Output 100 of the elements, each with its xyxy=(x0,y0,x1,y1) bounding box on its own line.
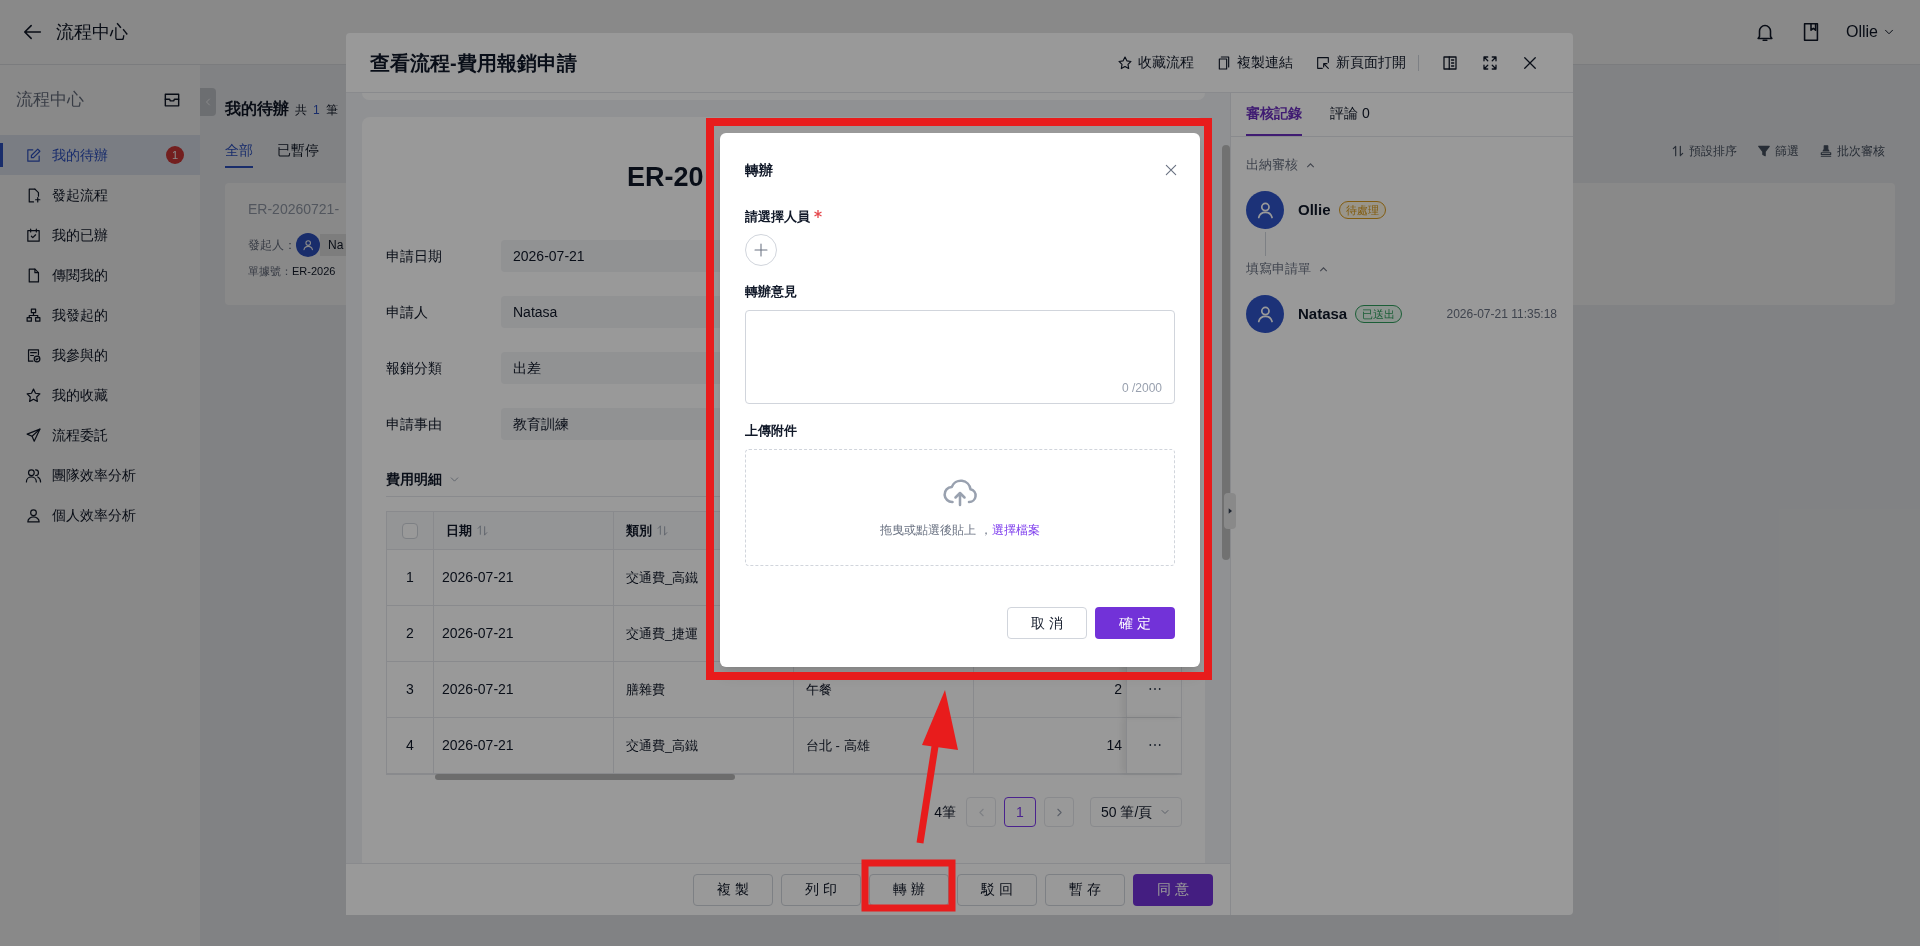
table-cell-text: 2026-07-21 xyxy=(442,568,514,587)
table-cell-text: 台北 - 高雄 xyxy=(806,736,870,755)
upload-hint: 拖曳或點選後貼上 ，選擇檔案 xyxy=(880,522,1040,539)
field-label: 發起人： xyxy=(248,237,296,254)
row-number: 4 xyxy=(406,736,414,755)
collapse-tab[interactable] xyxy=(200,88,216,116)
sidebar-item[interactable]: 個人效率分析 xyxy=(0,495,200,535)
action-button[interactable]: 同 意 xyxy=(1133,873,1213,906)
table-cell-text: 膳雜費 xyxy=(626,680,665,699)
table-cell-text: 交通費_高鐵 xyxy=(626,736,699,755)
sidebar-item[interactable]: 團隊效率分析 xyxy=(0,455,200,495)
action-button[interactable]: 列 印 xyxy=(781,873,861,906)
star-icon xyxy=(1117,54,1133,71)
person-name: Ollie xyxy=(1298,199,1331,220)
close-icon[interactable] xyxy=(1163,162,1179,178)
expand-icon[interactable] xyxy=(1481,53,1499,72)
review-tab[interactable]: 審核記錄 xyxy=(1246,93,1302,136)
header-action[interactable]: 複製連結 xyxy=(1216,52,1293,73)
review-tab[interactable]: 評論 0 xyxy=(1330,93,1370,136)
page-size-select[interactable]: 50 筆/頁 xyxy=(1090,797,1182,827)
calendar-check-icon xyxy=(25,226,42,244)
copy-icon xyxy=(1216,54,1232,71)
sidebar-title: 流程中心 xyxy=(16,89,84,112)
section-title: 費用明細 xyxy=(386,469,442,489)
document-heading: ER-20 xyxy=(627,160,704,194)
status-tag: 待處理 xyxy=(1338,201,1386,219)
field-label: 申請人 xyxy=(386,302,429,322)
timestamp: 2026-07-21 11:35:18 xyxy=(1446,306,1557,323)
users-icon xyxy=(25,466,42,484)
person-name: Natasa xyxy=(1298,303,1348,324)
field-label: 單據號： xyxy=(248,264,292,279)
sort-icon[interactable] xyxy=(476,524,489,537)
previous-page-button[interactable] xyxy=(966,797,996,827)
sidebar-item[interactable]: 傳閱我的 xyxy=(0,255,200,295)
sidebar-item[interactable]: 我的收藏 xyxy=(0,375,200,415)
doc-number: ER-2026 xyxy=(292,264,336,279)
count-badge: 1 xyxy=(166,146,184,164)
more-button[interactable]: ⋯ xyxy=(1148,735,1162,756)
header-action[interactable]: 收藏流程 xyxy=(1117,52,1194,73)
stamp-icon xyxy=(1819,144,1833,158)
filter-tab[interactable]: 已暫停 xyxy=(277,134,319,168)
sidebar-item[interactable]: 我發起的 xyxy=(0,295,200,335)
dialog-title: 轉辦 xyxy=(745,160,773,180)
column-header[interactable]: 類別 xyxy=(626,520,652,541)
action-button[interactable]: 轉 辦 xyxy=(869,873,949,906)
select-file-link[interactable]: 選擇檔案 xyxy=(991,523,1040,537)
toolbar-button[interactable]: 批次審核 xyxy=(1819,142,1885,160)
sidebar-item[interactable]: 我參與的 xyxy=(0,335,200,375)
triangle-right-icon xyxy=(1226,507,1234,515)
action-button[interactable]: 駁 回 xyxy=(957,873,1037,906)
column-header[interactable]: 日期 xyxy=(446,520,472,541)
more-button[interactable]: ⋯ xyxy=(1148,679,1162,700)
page-title: 流程中心 xyxy=(56,20,128,44)
table-cell-text: 2026-07-21 xyxy=(442,680,514,699)
character-counter: 0 /2000 xyxy=(1121,380,1162,397)
field-label: 申請事由 xyxy=(386,414,443,434)
page-button[interactable]: 1 xyxy=(1004,797,1036,827)
user-icon xyxy=(25,506,42,524)
inbox-icon[interactable] xyxy=(162,90,182,110)
table-cell-text: 2026-07-21 xyxy=(442,736,514,755)
vertical-scrollbar[interactable] xyxy=(1222,145,1230,560)
row-number: 2 xyxy=(406,624,414,643)
filter-tab[interactable]: 全部 xyxy=(225,134,253,168)
sidebar-item[interactable]: 我的已辦 xyxy=(0,215,200,255)
sidebar-item[interactable]: 我的待辦 1 xyxy=(0,135,200,175)
hierarchy-icon xyxy=(25,306,42,324)
checkbox[interactable] xyxy=(402,522,418,539)
action-button[interactable]: 暫 存 xyxy=(1045,873,1125,906)
action-button[interactable]: 複 製 xyxy=(693,873,773,906)
drawer-title: 查看流程-費用報銷申請 xyxy=(370,50,577,76)
group-title: 填寫申請單 xyxy=(1246,260,1311,279)
count-value: 1 xyxy=(313,102,320,119)
sidebar-item[interactable]: 流程委託 xyxy=(0,415,200,455)
next-page-button[interactable] xyxy=(1044,797,1074,827)
upload-dropzone[interactable]: 拖曳或點選後貼上 ，選擇檔案 xyxy=(745,449,1175,566)
field-label: 申請日期 xyxy=(386,246,443,266)
horizontal-scrollbar[interactable] xyxy=(435,774,735,780)
table-cell-text: 交通費_高鐵 xyxy=(626,568,699,587)
panel-toggle[interactable] xyxy=(1224,493,1236,529)
row-number: 3 xyxy=(406,680,414,699)
dialog-button[interactable]: 取 消 xyxy=(1007,607,1087,639)
sidebar-item[interactable]: 發起流程 xyxy=(0,175,200,215)
header-action[interactable]: 新頁面打開 xyxy=(1315,52,1406,73)
status-tag: 已送出 xyxy=(1355,305,1403,323)
edit-icon xyxy=(25,146,42,164)
avatar xyxy=(1246,295,1284,333)
field-label: 請選擇人員 xyxy=(745,208,810,227)
sort-icon[interactable] xyxy=(656,524,669,537)
table-cell-text: 2 xyxy=(1114,680,1122,699)
table-cell-text: 午餐 xyxy=(806,680,832,699)
external-link-icon xyxy=(1315,54,1331,71)
group-title: 出納審核 xyxy=(1246,156,1298,175)
user-menu[interactable]: Ollie xyxy=(1846,20,1896,44)
field-label: 報銷分類 xyxy=(386,358,443,378)
panel-icon[interactable] xyxy=(1441,53,1459,72)
toolbar-button[interactable]: 預設排序 xyxy=(1671,142,1737,160)
dialog-button[interactable]: 確 定 xyxy=(1095,607,1175,639)
row-number: 1 xyxy=(406,568,414,587)
filter-icon xyxy=(1757,144,1771,158)
toolbar-button[interactable]: 篩選 xyxy=(1757,142,1799,160)
